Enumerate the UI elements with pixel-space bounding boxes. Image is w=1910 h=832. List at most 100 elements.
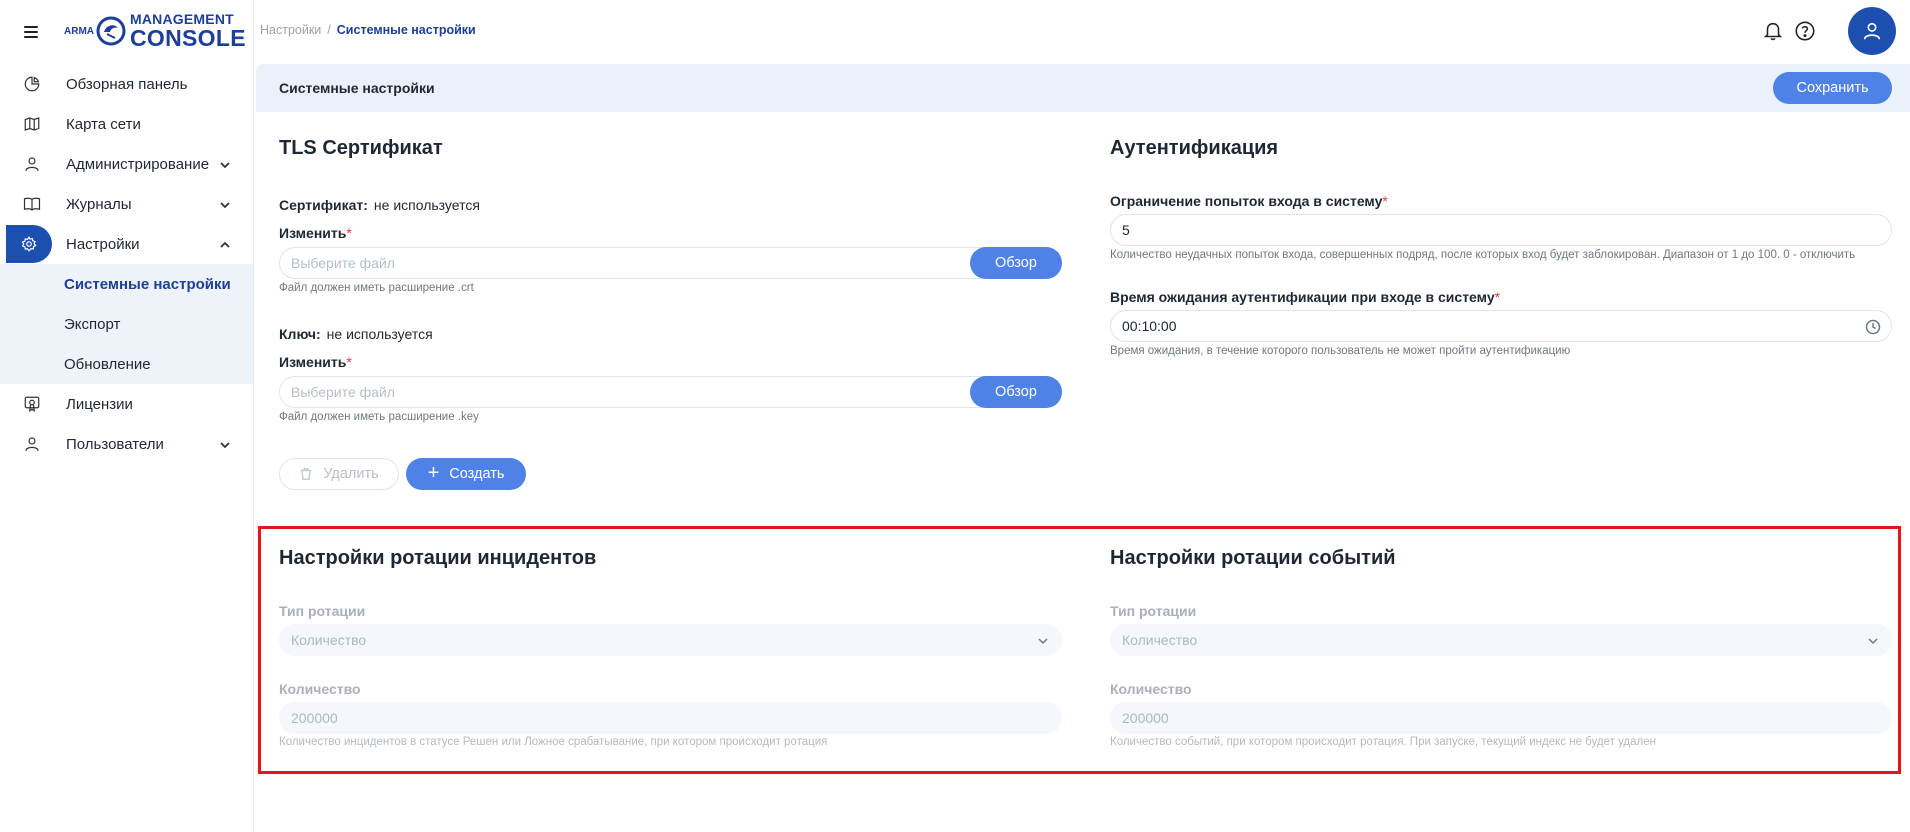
- breadcrumb-root[interactable]: Настройки: [260, 23, 321, 37]
- help-icon[interactable]: [1792, 18, 1818, 44]
- tls-section-title: TLS Сертификат: [279, 137, 443, 159]
- sidebar-item-label: Журналы: [66, 195, 132, 213]
- sidebar-item-licenses[interactable]: Лицензии: [0, 384, 253, 424]
- map-icon: [22, 114, 42, 134]
- save-button[interactable]: Сохранить: [1773, 72, 1892, 104]
- topbar: Настройки / Системные настройки: [254, 0, 1910, 62]
- timeout-value: 00:10:00: [1122, 318, 1177, 334]
- page-title: Системные настройки: [279, 80, 435, 96]
- logo-row: ARMA MANAGEMENT CONSOLE: [0, 0, 253, 62]
- events-type-select[interactable]: Количество: [1110, 624, 1892, 656]
- delete-button[interactable]: Удалить: [279, 458, 399, 490]
- key-file-placeholder: Выберите файл: [291, 384, 395, 400]
- attempts-label-text: Ограничение попыток входа в систему: [1110, 193, 1383, 209]
- attempts-input[interactable]: 5: [1110, 214, 1892, 246]
- cert-file-placeholder: Выберите файл: [291, 255, 395, 271]
- key-value: не используется: [326, 326, 433, 342]
- chevron-down-icon: [219, 158, 231, 170]
- auth-section-title: Аутентификация: [1110, 137, 1279, 159]
- sidebar-item-settings[interactable]: Настройки: [0, 224, 253, 264]
- sidebar-item-label: Карта сети: [66, 115, 141, 133]
- required-mark: *: [1494, 289, 1501, 305]
- bell-icon[interactable]: [1760, 18, 1786, 44]
- cert-label: Сертификат:: [279, 197, 368, 213]
- sidebar-subitem-export[interactable]: Экспорт: [0, 304, 253, 344]
- create-label: Создать: [449, 466, 505, 482]
- key-change-label: Изменить*: [279, 354, 352, 370]
- events-hint: Количество событий, при котором происход…: [1110, 736, 1656, 748]
- logo-bottom-text: CONSOLE: [130, 25, 246, 51]
- cert-status: Сертификат: не используется: [279, 197, 480, 213]
- chevron-down-icon: [219, 198, 231, 210]
- chevron-down-icon: [1035, 633, 1051, 649]
- sidebar-subitem-system-settings[interactable]: Системные настройки: [0, 264, 253, 304]
- cert-browse-button[interactable]: Обзор: [970, 247, 1062, 279]
- attempts-value: 5: [1122, 222, 1130, 238]
- sidebar-item-administration[interactable]: Администрирование: [0, 144, 253, 184]
- attempts-label: Ограничение попыток входа в систему*: [1110, 193, 1388, 209]
- chevron-up-icon: [219, 238, 231, 250]
- user-icon: [22, 434, 42, 454]
- sidebar-item-label: Настройки: [66, 235, 140, 253]
- incidents-count-input[interactable]: 200000: [279, 702, 1062, 734]
- breadcrumb-separator: /: [327, 23, 331, 37]
- key-file-input[interactable]: Выберите файл: [279, 376, 1062, 408]
- cert-change-text: Изменить: [279, 225, 347, 241]
- logo-top-text: MANAGEMENT: [130, 11, 234, 27]
- cert-value: не используется: [373, 197, 480, 213]
- sidebar-item-users[interactable]: Пользователи: [0, 424, 253, 464]
- sidebar-item-dashboard[interactable]: Обзорная панель: [0, 64, 253, 104]
- sidebar-subitem-update[interactable]: Обновление: [0, 344, 253, 384]
- logo[interactable]: ARMA MANAGEMENT CONSOLE: [64, 12, 246, 50]
- timeout-hint: Время ожидания, в течение которого польз…: [1110, 345, 1571, 357]
- create-button[interactable]: + Создать: [406, 458, 526, 490]
- incidents-type-value: Количество: [291, 632, 367, 648]
- page-header: Системные настройки Сохранить: [256, 64, 1910, 112]
- incidents-rotation-title: Настройки ротации инцидентов: [279, 547, 597, 569]
- trash-icon: [301, 468, 312, 480]
- key-browse-button[interactable]: Обзор: [970, 376, 1062, 408]
- events-count-label: Количество: [1110, 681, 1192, 697]
- key-label: Ключ:: [279, 326, 321, 342]
- timeout-input[interactable]: 00:10:00: [1110, 310, 1892, 342]
- gear-icon: [6, 225, 52, 263]
- required-mark: *: [1382, 193, 1388, 209]
- events-rotation-title: Настройки ротации событий: [1110, 547, 1396, 569]
- plus-icon: +: [427, 462, 440, 484]
- events-type-value: Количество: [1122, 632, 1198, 648]
- menu-icon[interactable]: [22, 23, 42, 39]
- license-icon: [22, 394, 42, 414]
- sidebar-item-label: Администрирование: [66, 155, 210, 173]
- cert-change-label: Изменить*: [279, 225, 352, 241]
- key-hint: Файл должен иметь расширение .key: [279, 411, 479, 423]
- key-change-text: Изменить: [279, 354, 347, 370]
- chevron-down-icon: [1865, 633, 1881, 649]
- sidebar-item-label: Лицензии: [66, 395, 133, 413]
- avatar[interactable]: [1848, 7, 1896, 55]
- sidebar: ARMA MANAGEMENT CONSOLE Обзорная панель …: [0, 0, 254, 832]
- user-avatar-icon: [1863, 22, 1881, 40]
- sidebar-item-network-map[interactable]: Карта сети: [0, 104, 253, 144]
- events-count-value: 200000: [1122, 710, 1169, 726]
- chevron-down-icon: [219, 438, 231, 450]
- incidents-count-label: Количество: [279, 681, 361, 697]
- pie-chart-icon: [22, 74, 42, 94]
- incidents-type-label: Тип ротации: [279, 603, 366, 619]
- logo-arma: ARMA: [64, 25, 94, 37]
- breadcrumb: Настройки / Системные настройки: [260, 23, 476, 37]
- timeout-label: Время ожидания аутентификации при входе …: [1110, 289, 1500, 305]
- cert-hint: Файл должен иметь расширение .crt: [279, 282, 474, 294]
- incidents-type-select[interactable]: Количество: [279, 624, 1062, 656]
- events-count-input[interactable]: 200000: [1110, 702, 1892, 734]
- settings-submenu: Системные настройки Экспорт Обновление: [0, 264, 253, 384]
- cert-file-input[interactable]: Выберите файл: [279, 247, 1062, 279]
- attempts-hint: Количество неудачных попыток входа, сове…: [1110, 249, 1856, 261]
- breadcrumb-current: Системные настройки: [336, 23, 476, 37]
- events-type-label: Тип ротации: [1110, 603, 1197, 619]
- sidebar-nav: Обзорная панель Карта сети Администриров…: [0, 64, 253, 464]
- incidents-count-value: 200000: [291, 710, 338, 726]
- incidents-hint: Количество инцидентов в статусе Решен ил…: [279, 736, 828, 748]
- sidebar-item-logs[interactable]: Журналы: [0, 184, 253, 224]
- top-icons: [1760, 6, 1910, 56]
- clock-icon[interactable]: [1865, 319, 1881, 335]
